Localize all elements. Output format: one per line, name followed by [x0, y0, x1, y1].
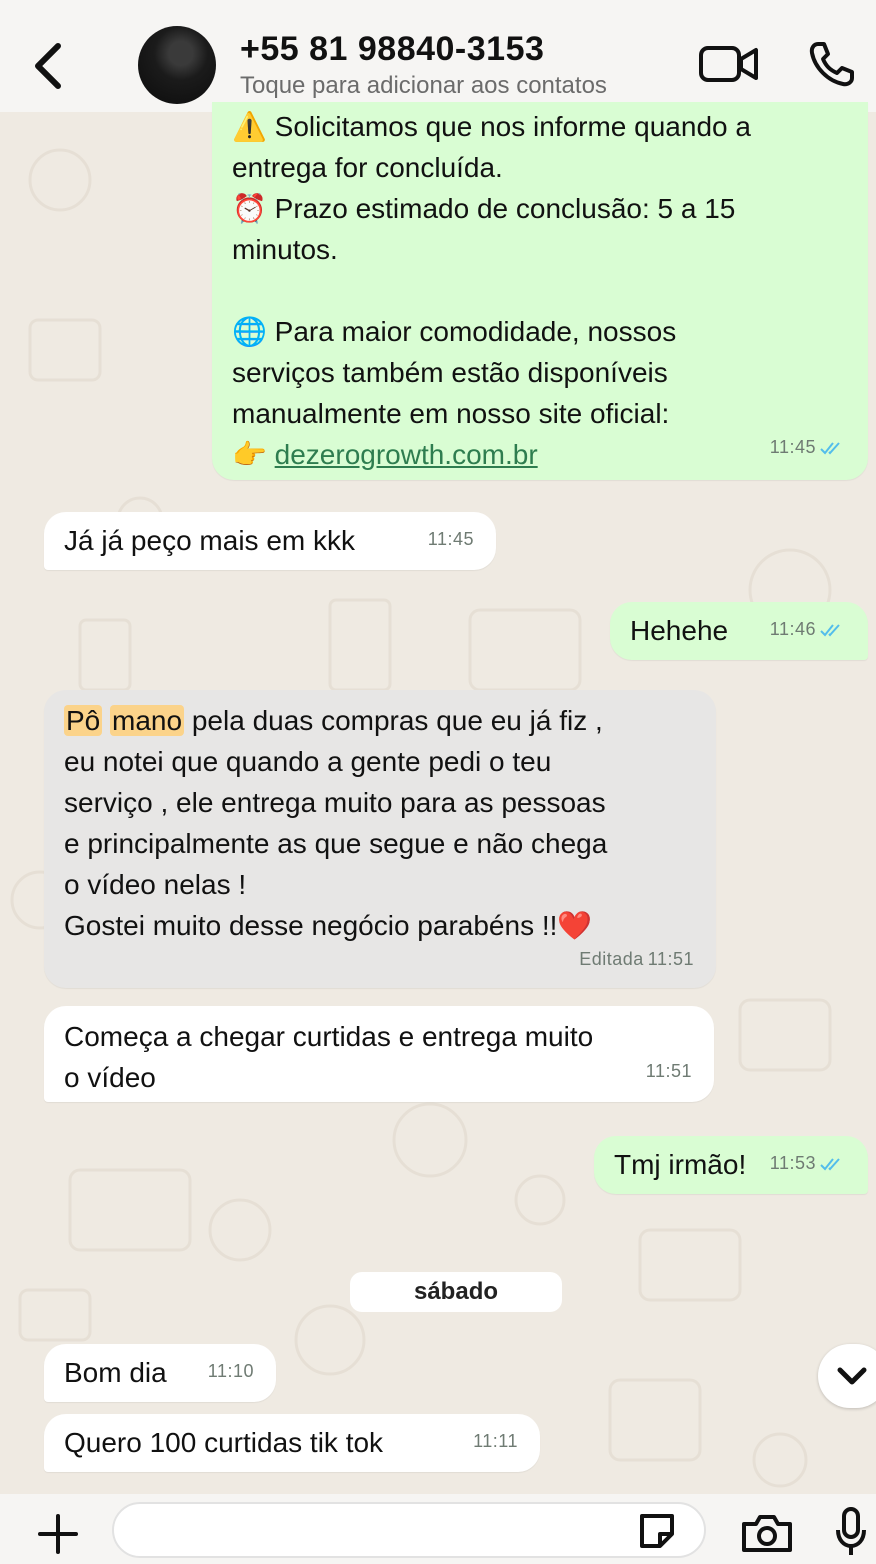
- message-bubble-incoming[interactable]: Bom dia 11:10: [44, 1344, 276, 1402]
- site-link[interactable]: dezerogrowth.com.br: [275, 439, 538, 470]
- plus-icon: [38, 1514, 78, 1554]
- microphone-button[interactable]: [834, 1506, 868, 1558]
- message-time: 11:45: [427, 529, 474, 549]
- message-bubble-incoming[interactable]: Pô mano pela duas compras que eu já fiz …: [44, 690, 716, 988]
- highlighted-word: Pô: [64, 705, 103, 736]
- message-text: Começa a chegar curtidas e entrega muito…: [64, 1021, 594, 1093]
- contact-subtitle[interactable]: Toque para adicionar aos contatos: [240, 72, 607, 100]
- message-text: 🌐 Para maior comodidade, nossos serviços…: [232, 311, 848, 434]
- message-text: Bom dia: [64, 1357, 167, 1388]
- avatar[interactable]: [138, 26, 216, 104]
- message-text: ⏰ Prazo estimado de conclusão: 5 a 15 mi…: [232, 188, 848, 270]
- camera-button[interactable]: [740, 1512, 794, 1554]
- message-time: 11:51: [645, 1061, 692, 1081]
- warning-emoji: ⚠️: [232, 111, 267, 142]
- microphone-icon: [836, 1507, 866, 1555]
- message-bubble-outgoing[interactable]: Tmj irmão! 11:53: [594, 1136, 868, 1194]
- day-separator: sábado: [350, 1272, 562, 1312]
- edited-label: Editada: [579, 949, 644, 969]
- message-input[interactable]: [112, 1502, 706, 1558]
- attach-button[interactable]: [36, 1512, 80, 1556]
- message-text: Tmj irmão!: [614, 1149, 747, 1180]
- message-time: 11:45: [769, 437, 816, 457]
- message-meta: 11:45: [770, 427, 846, 468]
- chevron-left-icon: [35, 43, 61, 89]
- message-time: 11:10: [207, 1361, 254, 1381]
- message-link-line: 👉 dezerogrowth.com.br: [232, 434, 848, 475]
- double-check-icon: [820, 623, 840, 636]
- back-button[interactable]: [28, 38, 72, 94]
- message-text: ⚠️ Solicitamos que nos informe quando a …: [232, 106, 848, 188]
- message-time: 11:51: [647, 949, 694, 969]
- message-time: 11:46: [769, 619, 816, 639]
- message-text: Quero 100 curtidas tik tok: [64, 1427, 384, 1458]
- message-bubble-outgoing[interactable]: ⚠️ Solicitamos que nos informe quando a …: [212, 102, 868, 480]
- scroll-to-bottom-button[interactable]: [818, 1344, 876, 1408]
- message-bubble-outgoing[interactable]: Hehehe 11:46: [610, 602, 868, 660]
- phone-icon: [809, 42, 854, 87]
- message-bubble-incoming[interactable]: Começa a chegar curtidas e entrega muito…: [44, 1006, 714, 1102]
- message-bubble-incoming[interactable]: Já já peço mais em kkk 11:45: [44, 512, 496, 570]
- contact-name[interactable]: +55 81 98840-3153: [240, 30, 544, 69]
- message-text: Já já peço mais em kkk: [64, 525, 355, 556]
- message-time: 11:53: [769, 1153, 816, 1173]
- double-check-icon: [820, 441, 840, 454]
- sticker-icon: [640, 1514, 674, 1548]
- message-meta: Editada 11:51: [579, 939, 694, 980]
- double-check-icon: [820, 1157, 840, 1170]
- message-meta: 11:53: [770, 1143, 846, 1184]
- camera-icon: [742, 1515, 792, 1552]
- pointing-hand-emoji: 👉: [232, 439, 267, 470]
- chevron-down-icon: [837, 1367, 867, 1385]
- message-bubble-incoming[interactable]: Quero 100 curtidas tik tok 11:11: [44, 1414, 540, 1472]
- message-text: Pô mano pela duas compras que eu já fiz …: [64, 700, 696, 946]
- voice-call-button[interactable]: [806, 38, 858, 90]
- alarm-clock-emoji: ⏰: [232, 193, 267, 224]
- highlighted-word: mano: [110, 705, 185, 736]
- message-time: 11:11: [473, 1431, 518, 1451]
- video-camera-icon: [699, 46, 758, 82]
- message-meta: 11:46: [770, 609, 846, 650]
- chat-header: +55 81 98840-3153 Toque para adicionar a…: [0, 0, 876, 112]
- sticker-button[interactable]: [634, 1508, 680, 1554]
- message-text: Hehehe: [630, 615, 729, 646]
- globe-emoji: 🌐: [232, 316, 267, 347]
- video-call-button[interactable]: [698, 42, 760, 86]
